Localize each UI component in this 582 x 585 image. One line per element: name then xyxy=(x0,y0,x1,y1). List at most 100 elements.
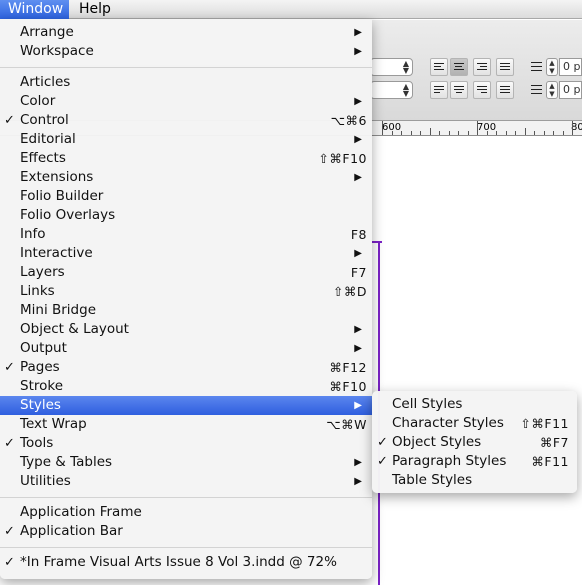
submenu-item-label: Character Styles xyxy=(392,415,504,431)
menu-item-label: Effects xyxy=(20,150,66,166)
align-center-button[interactable] xyxy=(450,58,468,76)
submenu-arrow-icon: ▶ xyxy=(354,324,362,335)
menu-item-folio-overlays[interactable]: Folio Overlays xyxy=(0,206,372,225)
menu-item-workspace[interactable]: Workspace ▶ xyxy=(0,42,372,61)
justify-center-button[interactable] xyxy=(450,81,468,99)
ruler-tick xyxy=(477,121,478,135)
submenu-arrow-icon: ▶ xyxy=(354,27,362,38)
indent-stepper[interactable]: ▲ ▼ xyxy=(546,58,558,76)
ruler-tick xyxy=(505,131,507,135)
menu-item-label: Styles xyxy=(20,397,61,413)
menu-item-editorial[interactable]: Editorial ▶ xyxy=(0,130,372,149)
submenu-arrow-icon: ▶ xyxy=(354,46,362,57)
checkmark-icon: ✓ xyxy=(4,436,15,451)
ruler-tick xyxy=(382,121,383,135)
menu-item-pages[interactable]: ✓ Pages ⌘F12 xyxy=(0,358,372,377)
menu-item-shortcut: ⌘F12 xyxy=(329,360,367,375)
checkmark-icon: ✓ xyxy=(4,524,15,539)
menu-item-color[interactable]: Color ▶ xyxy=(0,92,372,111)
menu-item-label: Type & Tables xyxy=(20,454,113,470)
menu-item-shortcut: ⌘F10 xyxy=(329,379,367,394)
justify-left-button[interactable] xyxy=(430,81,448,99)
align-left-button[interactable] xyxy=(430,58,448,76)
menu-item-label: Info xyxy=(20,226,46,242)
first-line-indent-icon xyxy=(525,81,543,99)
menu-item-layers[interactable]: Layers F7 xyxy=(0,263,372,282)
submenu-item-table-styles[interactable]: Table Styles xyxy=(372,471,577,490)
menu-item-label: Editorial xyxy=(20,131,76,147)
menu-item-folio-builder[interactable]: Folio Builder xyxy=(0,187,372,206)
ruler-tick xyxy=(486,131,488,135)
menu-item-mini-bridge[interactable]: Mini Bridge xyxy=(0,301,372,320)
ruler-tick xyxy=(439,131,440,135)
menu-item-type-tables[interactable]: Type & Tables ▶ xyxy=(0,453,372,472)
menu-item-shortcut: ⇧⌘F10 xyxy=(318,151,367,166)
menu-item-tools[interactable]: ✓ Tools xyxy=(0,434,372,453)
ruler-tick xyxy=(410,131,412,135)
menu-item-extensions[interactable]: Extensions ▶ xyxy=(0,168,372,187)
menu-item-text-wrap[interactable]: Text Wrap ⌥⌘W xyxy=(0,415,372,434)
menu-item-shortcut: F7 xyxy=(350,265,367,280)
menu-item-articles[interactable]: Articles xyxy=(0,73,372,92)
submenu-item-character-styles[interactable]: Character Styles ⇧⌘F11 xyxy=(372,414,577,433)
menu-item-application-bar[interactable]: ✓ Application Bar xyxy=(0,522,372,541)
menu-item-info[interactable]: Info F8 xyxy=(0,225,372,244)
justify-right-button[interactable] xyxy=(473,81,491,99)
ruler-tick xyxy=(467,131,469,135)
menu-item-styles[interactable]: Styles ▶ xyxy=(0,396,372,415)
ruler-tick xyxy=(420,131,421,135)
menu-item-shortcut: ⌥⌘6 xyxy=(330,113,367,128)
menu-item-utilities[interactable]: Utilities ▶ xyxy=(0,472,372,491)
checkmark-icon: ✓ xyxy=(377,435,388,450)
submenu-item-label: Object Styles xyxy=(392,434,482,450)
submenu-arrow-icon: ▶ xyxy=(354,457,362,468)
control-dropdown[interactable]: ▲ ▼ xyxy=(370,58,413,76)
menu-item-shortcut: F8 xyxy=(350,227,367,242)
menu-item-control[interactable]: ✓ Control ⌥⌘6 xyxy=(0,111,372,130)
ruler-tick xyxy=(429,128,431,135)
menu-item-label: Folio Builder xyxy=(20,188,104,204)
ruler-tick xyxy=(553,131,554,135)
ruler-tick xyxy=(534,131,535,135)
menu-item-output[interactable]: Output ▶ xyxy=(0,339,372,358)
menu-item-label: Arrange xyxy=(20,24,74,40)
menu-item-label: *In Frame Visual Arts Issue 8 Vol 3.indd… xyxy=(20,554,337,570)
styles-submenu: Cell Styles Character Styles ⇧⌘F11 ✓ Object … xyxy=(372,391,577,493)
menu-window[interactable]: Window xyxy=(0,0,69,19)
submenu-item-shortcut: ⇧⌘F11 xyxy=(520,416,569,431)
submenu-item-paragraph-styles[interactable]: ✓ Paragraph Styles ⌘F11 xyxy=(372,452,577,471)
submenu-arrow-icon: ▶ xyxy=(354,248,362,259)
ruler-tick xyxy=(515,131,516,135)
menu-item-effects[interactable]: Effects ⇧⌘F10 xyxy=(0,149,372,168)
submenu-arrow-icon: ▶ xyxy=(354,400,362,411)
window-menu-dropdown: Arrange ▶ Workspace ▶ Articles Color ▶ ✓ Control… xyxy=(0,19,372,579)
align-towards-spine-button[interactable] xyxy=(496,58,514,76)
justify-all-button[interactable] xyxy=(496,81,514,99)
menu-item-links[interactable]: Links ⇧⌘D xyxy=(0,282,372,301)
menu-item-shortcut: ⇧⌘D xyxy=(332,284,367,299)
submenu-item-object-styles[interactable]: ✓ Object Styles ⌘F7 xyxy=(372,433,577,452)
checkmark-icon: ✓ xyxy=(4,555,15,570)
menu-item-object-layout[interactable]: Object & Layout ▶ xyxy=(0,320,372,339)
submenu-item-label: Cell Styles xyxy=(392,396,463,412)
indent-stepper[interactable]: ▲ ▼ xyxy=(546,81,558,99)
menu-item-in-frame-visual-arts-issue-8-vol-3-indd-72[interactable]: ✓ *In Frame Visual Arts Issue 8 Vol 3.ind… xyxy=(0,553,372,572)
ruler-tick xyxy=(458,131,459,135)
menu-item-interactive[interactable]: Interactive ▶ xyxy=(0,244,372,263)
menu-item-label: Utilities xyxy=(20,473,71,489)
menu-item-application-frame[interactable]: Application Frame xyxy=(0,503,372,522)
menu-help[interactable]: Help xyxy=(71,0,119,19)
left-indent-field[interactable]: 0 px xyxy=(559,58,582,76)
first-line-indent-field[interactable]: 0 px xyxy=(559,81,582,99)
menu-item-label: Links xyxy=(20,283,55,299)
menu-item-label: Tools xyxy=(20,435,54,451)
menu-separator xyxy=(0,67,372,68)
align-right-button[interactable] xyxy=(473,58,491,76)
submenu-item-shortcut: ⌘F11 xyxy=(531,454,569,469)
menu-item-label: Text Wrap xyxy=(20,416,87,432)
control-dropdown[interactable]: ▲ ▼ xyxy=(370,81,413,99)
menu-item-stroke[interactable]: Stroke ⌘F10 xyxy=(0,377,372,396)
submenu-item-cell-styles[interactable]: Cell Styles xyxy=(372,395,577,414)
menu-item-arrange[interactable]: Arrange ▶ xyxy=(0,23,372,42)
menu-item-label: Extensions xyxy=(20,169,94,185)
